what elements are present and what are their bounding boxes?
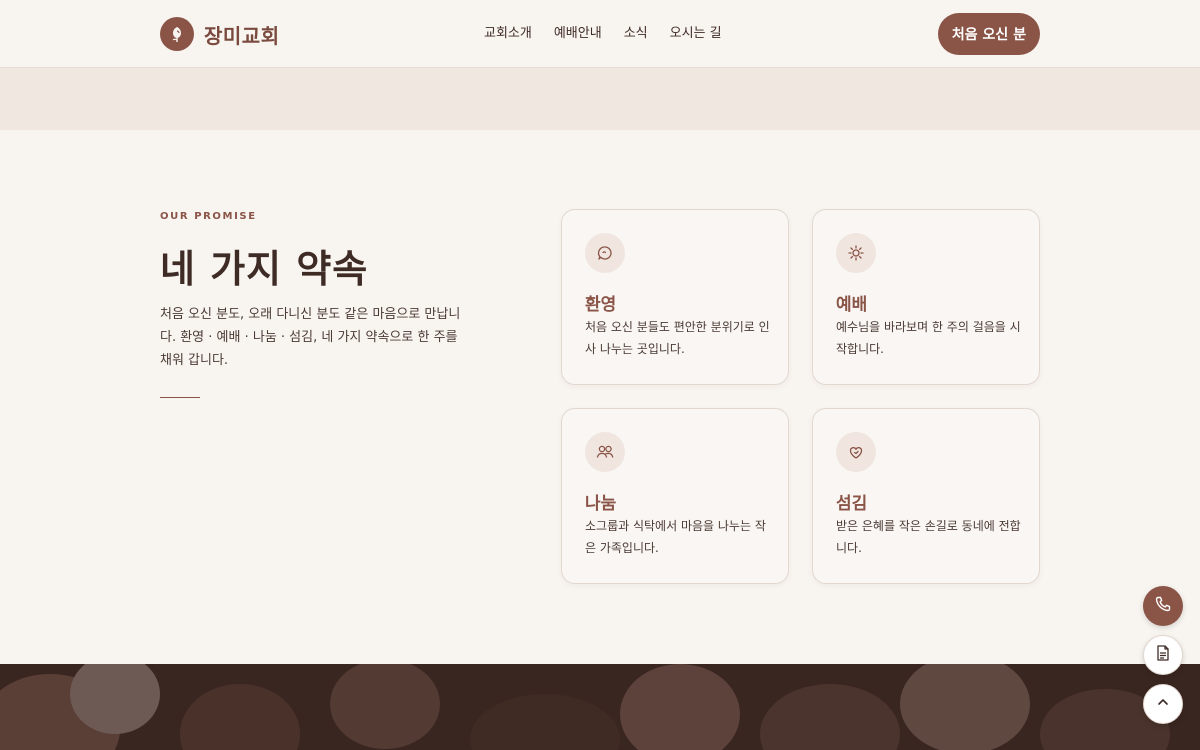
promise-card-sharing: 나눔 소그룹과 식탁에서 마음을 나누는 작은 가족입니다.: [561, 408, 789, 584]
promise-card-service: 섬김 받은 은혜를 작은 손길로 동네에 전합니다.: [812, 408, 1040, 584]
people-icon: [585, 432, 625, 472]
card-title: 섬김: [836, 494, 868, 514]
rose-icon: [160, 17, 194, 51]
card-title: 환영: [585, 295, 617, 315]
nav-item-worship[interactable]: 예배안내: [554, 24, 602, 44]
first-visit-button[interactable]: 처음 오신 분: [938, 13, 1040, 55]
logo[interactable]: 장미교회: [160, 17, 280, 51]
sun-icon: [836, 233, 876, 273]
section-description: 처음 오신 분도, 오래 다니신 분도 같은 마음으로 만납니다. 환영 · 예…: [160, 307, 461, 368]
card-description: 처음 오신 분들도 편안한 분위기로 인사 나누는 곳입니다.: [585, 320, 770, 356]
card-title: 나눔: [585, 494, 617, 514]
chat-bubble-icon: [585, 233, 625, 273]
nav-item-directions[interactable]: 오시는 길: [670, 24, 722, 44]
scroll-top-button[interactable]: [1143, 684, 1183, 724]
chevron-up-icon: [1155, 694, 1171, 714]
document-icon: [1155, 644, 1171, 666]
card-description: 소그룹과 식탁에서 마음을 나누는 작은 가족입니다.: [585, 519, 766, 555]
section-eyebrow: OUR PROMISE: [160, 211, 257, 222]
logo-text: 장미교회: [204, 23, 280, 48]
card-description: 받은 은혜를 작은 손길로 동네에 전합니다.: [836, 519, 1021, 555]
community-photo: [0, 664, 1200, 750]
call-button[interactable]: [1143, 586, 1183, 626]
promise-card-worship: 예배 예수님을 바라보며 한 주의 걸음을 시작합니다.: [812, 209, 1040, 385]
phone-icon: [1154, 595, 1172, 617]
promise-card-welcome: 환영 처음 오신 분들도 편안한 분위기로 인사 나누는 곳입니다.: [561, 209, 789, 385]
document-button[interactable]: [1143, 635, 1183, 675]
card-title: 예배: [836, 295, 868, 315]
nav-item-about[interactable]: 교회소개: [484, 24, 532, 44]
heart-hand-icon: [836, 432, 876, 472]
hero-band: [0, 68, 1200, 130]
main-nav: 교회소개 예배안내 소식 오시는 길: [484, 24, 722, 44]
nav-item-news[interactable]: 소식: [624, 24, 648, 44]
section-title: 네 가지 약속: [160, 246, 369, 291]
site-header: 장미교회 교회소개 예배안내 소식 오시는 길 처음 오신 분: [0, 0, 1200, 68]
card-description: 예수님을 바라보며 한 주의 걸음을 시작합니다.: [836, 320, 1021, 356]
divider: [160, 397, 200, 398]
